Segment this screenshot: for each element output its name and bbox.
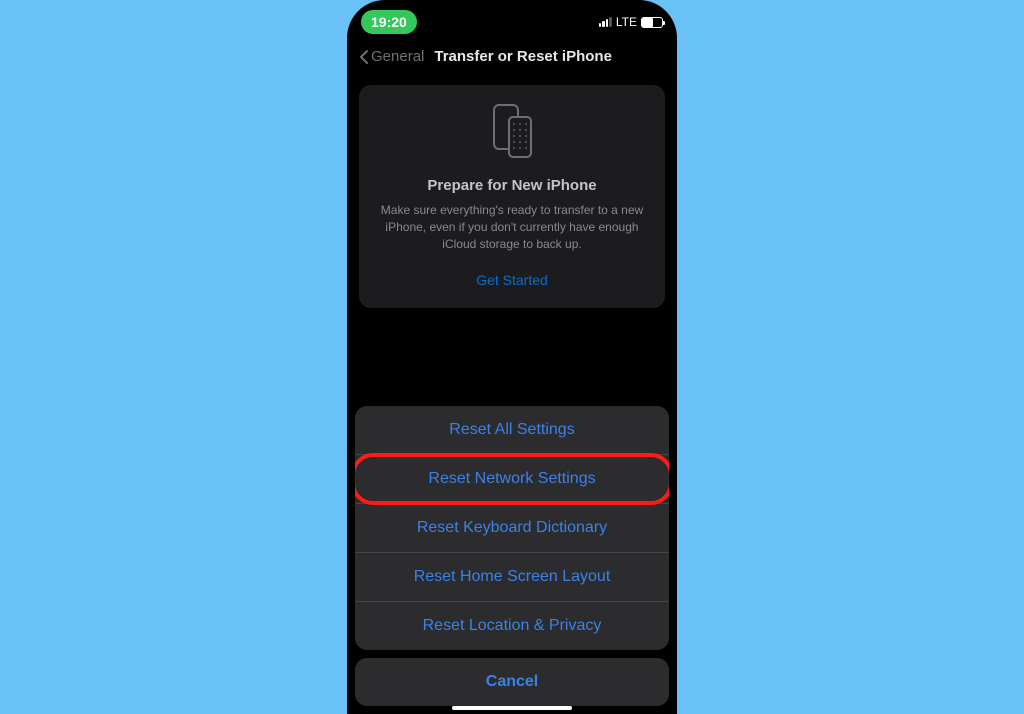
action-sheet: Reset All Settings Reset Network Setting… — [347, 406, 677, 714]
chevron-left-icon — [359, 49, 369, 65]
reset-keyboard-dictionary[interactable]: Reset Keyboard Dictionary — [355, 504, 669, 553]
back-button[interactable]: General — [359, 48, 424, 65]
phone-frame: 19:20 LTE General Transfer or Reset iPho… — [347, 0, 677, 714]
sheet-item-label: Reset Network Settings — [428, 470, 595, 487]
prepare-title: Prepare for New iPhone — [375, 177, 649, 194]
reset-home-screen-layout[interactable]: Reset Home Screen Layout — [355, 553, 669, 602]
nav-bar: General Transfer or Reset iPhone — [347, 40, 677, 73]
nav-title: Transfer or Reset iPhone — [434, 48, 612, 65]
prepare-card: Prepare for New iPhone Make sure everyth… — [359, 85, 665, 308]
home-indicator[interactable] — [452, 706, 572, 710]
sheet-group: Reset All Settings Reset Network Setting… — [355, 406, 669, 650]
network-label: LTE — [616, 15, 637, 29]
battery-icon — [641, 17, 663, 28]
two-phones-icon — [375, 103, 649, 159]
time-pill[interactable]: 19:20 — [361, 10, 417, 34]
reset-network-settings[interactable]: Reset Network Settings — [355, 455, 669, 504]
get-started-link[interactable]: Get Started — [375, 272, 649, 288]
cancel-button[interactable]: Cancel — [355, 658, 669, 706]
back-label: General — [371, 48, 424, 65]
cellular-signal-icon — [599, 17, 612, 27]
reset-all-settings[interactable]: Reset All Settings — [355, 406, 669, 455]
status-right: LTE — [599, 15, 663, 29]
content-area: Prepare for New iPhone Make sure everyth… — [347, 73, 677, 308]
prepare-subtitle: Make sure everything's ready to transfer… — [375, 202, 649, 252]
reset-location-privacy[interactable]: Reset Location & Privacy — [355, 602, 669, 650]
status-bar: 19:20 LTE — [347, 0, 677, 40]
